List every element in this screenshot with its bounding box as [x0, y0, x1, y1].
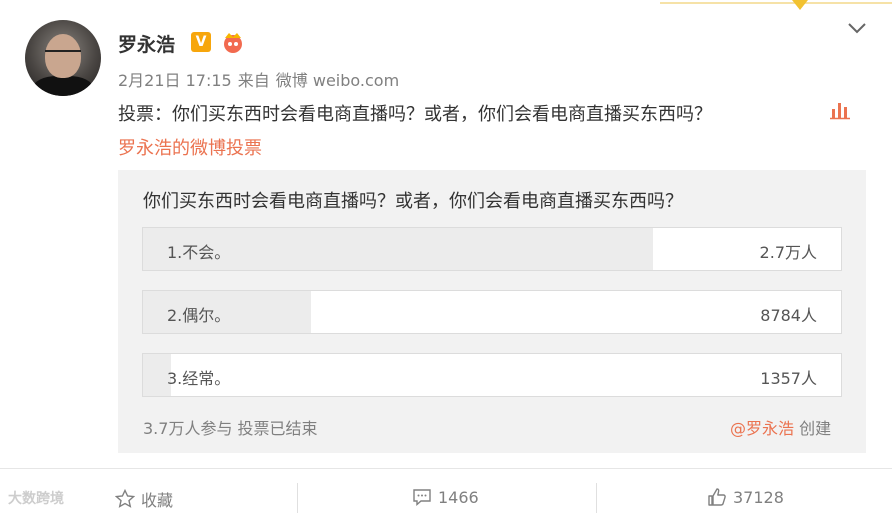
poll-option-3[interactable]: 3.经常。 1357人 [142, 353, 842, 397]
poll-option-count: 2.7万人 [759, 243, 817, 262]
author-name[interactable]: 罗永浩 [118, 30, 175, 57]
chevron-down-icon[interactable] [846, 20, 868, 36]
poll-participants: 3.7万人参与 [143, 419, 233, 438]
watermark: 大数跨境 [8, 491, 64, 507]
post-text: 投票：你们买东西时会看电商直播吗？或者，你们会看电商直播买东西吗？ [118, 104, 712, 125]
comment-icon [413, 489, 431, 507]
post-date[interactable]: 2月21日 17:15 [118, 71, 232, 90]
post-meta: 2月21日 17:15 来自 微博 weibo.com [118, 67, 405, 91]
poll-question: 你们买东西时会看电商直播吗？或者，你们会看电商直播买东西吗？ [143, 191, 683, 212]
action-divider [297, 483, 298, 513]
thumbs-up-icon [708, 488, 726, 506]
poll-option-count: 8784人 [760, 306, 817, 325]
vip-crown-icon [224, 33, 242, 53]
source-prefix: 来自 [237, 71, 270, 90]
comment-count: 1466 [438, 487, 479, 507]
chart-icon [830, 103, 850, 120]
verified-badge: V [191, 32, 211, 52]
star-icon [115, 489, 135, 508]
poll-status: 投票已结束 [237, 419, 318, 438]
poll-creator: @罗永浩 创建 [730, 415, 831, 439]
like-button[interactable]: 37128 [707, 487, 784, 507]
favorite-button[interactable]: 收藏 [115, 487, 173, 511]
vote-link[interactable]: 罗永浩的微博投票 [118, 134, 262, 160]
poll-option-label: 3.经常。 [167, 369, 231, 388]
post-source: 微博 weibo.com [275, 71, 400, 90]
favorite-label: 收藏 [141, 491, 174, 510]
action-bar-divider [0, 468, 892, 469]
poll-option-1[interactable]: 1.不会。 2.7万人 [142, 227, 842, 271]
poll-option-count: 1357人 [760, 369, 817, 388]
top-decoration [660, 0, 892, 10]
poll-creator-link[interactable]: @罗永浩 [730, 419, 794, 438]
poll-option-2[interactable]: 2.偶尔。 8784人 [142, 290, 842, 334]
poll-option-label: 1.不会。 [167, 243, 231, 262]
poll-summary: 3.7万人参与 投票已结束 [143, 415, 318, 439]
poll-option-label: 2.偶尔。 [167, 306, 231, 325]
like-count: 37128 [733, 487, 784, 507]
comment-button[interactable]: 1466 [412, 487, 479, 507]
action-divider [596, 483, 597, 513]
avatar[interactable] [25, 20, 101, 96]
poll-creator-suffix: 创建 [799, 419, 832, 438]
